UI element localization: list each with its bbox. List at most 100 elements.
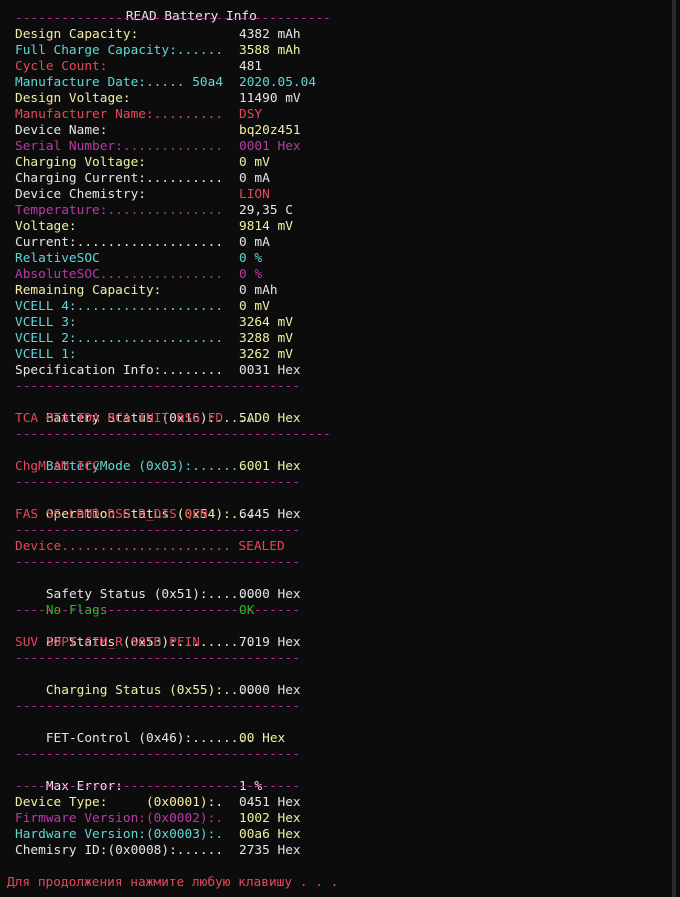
info-row: Temperature:............... 29,35 C (15, 203, 293, 219)
info-row: Specification Info:........ 0031 Hex (15, 363, 301, 379)
info-row-label: Charging Voltage: (15, 155, 146, 170)
battery-mode-row: BatteryMode (0x03):........ 6001 Hex (15, 443, 301, 474)
pf-status-row: PF Status (0x53):.......... 7019 Hex (15, 619, 301, 650)
info-row-label: Full Charge Capacity:...... (15, 43, 224, 58)
info-row: Device Name: bq20z451 (15, 123, 301, 139)
info-row-label: VCELL 4:................... (15, 299, 224, 314)
operation-status-row: Operation Status (0x54):... 6445 Hex (15, 491, 301, 522)
version-row-value: 0451 Hex (239, 795, 301, 810)
info-row: Current:................... 0 mA (15, 235, 270, 251)
operation-status-value: 6445 Hex (239, 507, 301, 522)
charging-status-label: Charging Status (0x55):.... (45, 683, 254, 698)
version-row-label: Firmware Version:(0x0002):. (15, 811, 224, 826)
info-row-label: Charging Current:.......... (15, 171, 224, 186)
battery-status-row: Battery Status (0x16):..... 5AD0 Hex (15, 395, 301, 426)
fet-control-row: FET-Control (0x46):........ 00 Hex (15, 715, 285, 746)
info-row-value: 11490 mV (239, 91, 301, 106)
info-row-value: 0 mV (239, 155, 270, 170)
safety-status-value: 0000 Hex (239, 587, 301, 602)
info-row: Serial Number:............. 0001 Hex (15, 139, 301, 155)
info-row: Remaining Capacity: 0 mAh (15, 283, 278, 299)
info-row: Manufacturer Name:......... DSY (15, 107, 262, 123)
info-row-value: DSY (239, 107, 263, 122)
pf-status-flags: SUV SOPT CIM_R SOTD PFIN (15, 635, 200, 650)
charging-status-value: 0000 Hex (239, 683, 301, 698)
press-any-key-prompt: Для продолжения нажмите любую клавишу . … (7, 875, 339, 890)
info-row: Design Capacity: 4382 mAh (15, 27, 301, 43)
scrollbar-track[interactable] (672, 0, 676, 897)
info-row-value: 0031 Hex (239, 363, 301, 378)
safety-status-flags-row: No Flags OK (15, 587, 255, 618)
info-row-value: LION (239, 187, 270, 202)
version-row: Firmware Version:(0x0002):. 1002 Hex (15, 811, 301, 827)
fet-control-value: 00 Hex (239, 731, 286, 746)
scrollbar-thumb[interactable] (672, 0, 676, 897)
info-row: VCELL 1: 3262 mV (15, 347, 293, 363)
version-row-value: 2735 Hex (239, 843, 301, 858)
separator: ------------------------------------- (15, 475, 301, 490)
info-row-label: Cycle Count: (15, 59, 108, 74)
version-row-label: Hardware Version:(0x0003):. (15, 827, 224, 842)
version-row-value: 1002 Hex (239, 811, 301, 826)
info-row-label: Specification Info:........ (15, 363, 224, 378)
info-row: VCELL 4:................... 0 mV (15, 299, 270, 315)
info-row: VCELL 2:................... 3288 mV (15, 331, 293, 347)
info-row-value: 0 mAh (239, 283, 278, 298)
screen-title: READ Battery Info (15, 0, 257, 24)
info-row: Design Voltage: 11490 mV (15, 91, 301, 107)
info-row-label: Serial Number:............. (15, 139, 224, 154)
info-row-label: AbsoluteSOC................ (15, 267, 224, 282)
info-row: Full Charge Capacity:...... 3588 mAh (15, 43, 301, 59)
separator: ------------------------------------- (15, 779, 301, 794)
separator: ------------------------------------- (15, 699, 301, 714)
info-row-label: Voltage: (15, 219, 77, 234)
safety-status-row: Safety Status (0x51):...... 0000 Hex (15, 571, 301, 602)
info-row-label: Remaining Capacity: (15, 283, 162, 298)
info-row-label: Temperature:............... (15, 203, 224, 218)
info-row: VCELL 3: 3264 mV (15, 315, 293, 331)
console-window: READ Battery Info ----------------------… (0, 0, 676, 897)
info-row: Cycle Count: 481 (15, 59, 262, 75)
version-row: Hardware Version:(0x0003):. 00a6 Hex (15, 827, 301, 843)
info-row: Voltage: 9814 mV (15, 219, 293, 235)
info-row: Device Chemistry: LION (15, 187, 270, 203)
info-row-value: 0 % (239, 267, 263, 282)
battery-status-value: 5AD0 Hex (239, 411, 301, 426)
info-row-value: 9814 mV (239, 219, 293, 234)
info-row-value: 29,35 C (239, 203, 293, 218)
max-error-row: Max Error: 1 % (15, 763, 262, 794)
charging-status-row: Charging Status (0x55):.... 0000 Hex (15, 667, 301, 698)
info-row-value: 3264 mV (239, 315, 293, 330)
info-row-value: 3262 mV (239, 347, 293, 362)
info-row-label: VCELL 2:................... (15, 331, 224, 346)
info-row-value: bq20z451 (239, 123, 301, 138)
battery-status-flags: TCA OTA TDA RCA INIT DSG FD (15, 411, 224, 426)
battery-mode-value: 6001 Hex (239, 459, 301, 474)
info-row-value: 0001 Hex (239, 139, 301, 154)
info-row-value: 0 mV (239, 299, 270, 314)
info-row-label: Device Chemistry: (15, 187, 146, 202)
info-row-label: VCELL 3: (15, 315, 77, 330)
version-row-label: Device Type: (0x0001):. (15, 795, 224, 810)
info-row-label: VCELL 1: (15, 347, 77, 362)
info-row-value: 0 mA (239, 171, 270, 186)
info-row-value: 4382 mAh (239, 27, 301, 42)
info-row-value: 2020.05.04 (239, 75, 317, 90)
info-row-value: 0 mA (239, 235, 270, 250)
battery-mode-flags: ChgM AM ICC (15, 459, 100, 474)
info-row-label: Current:................... (15, 235, 224, 250)
info-row-label: Device Name: (15, 123, 108, 138)
separator: ------------------------------------- (15, 651, 301, 666)
separator: ------------------------------------- (15, 747, 301, 762)
info-row: RelativeSOC 0 % (15, 251, 262, 267)
info-row-label: Design Capacity: (15, 27, 139, 42)
info-row-label: RelativeSOC (15, 251, 100, 266)
version-row: Device Type: (0x0001):. 0451 Hex (15, 795, 301, 811)
info-row-label: Manufacture Date:..... 50a4 (15, 75, 224, 90)
separator: ----------------------------------------… (15, 427, 331, 442)
separator: ------------------------------------- (15, 379, 301, 394)
info-row: AbsoluteSOC................ 0 % (15, 267, 262, 283)
version-row: Chemisry ID:(0x0008):...... 2735 Hex (15, 843, 301, 859)
operation-status-flags: FAS SS LDMD DSG R_DIS QEN (15, 507, 208, 522)
fet-control-label: FET-Control (0x46):........ (45, 731, 254, 746)
